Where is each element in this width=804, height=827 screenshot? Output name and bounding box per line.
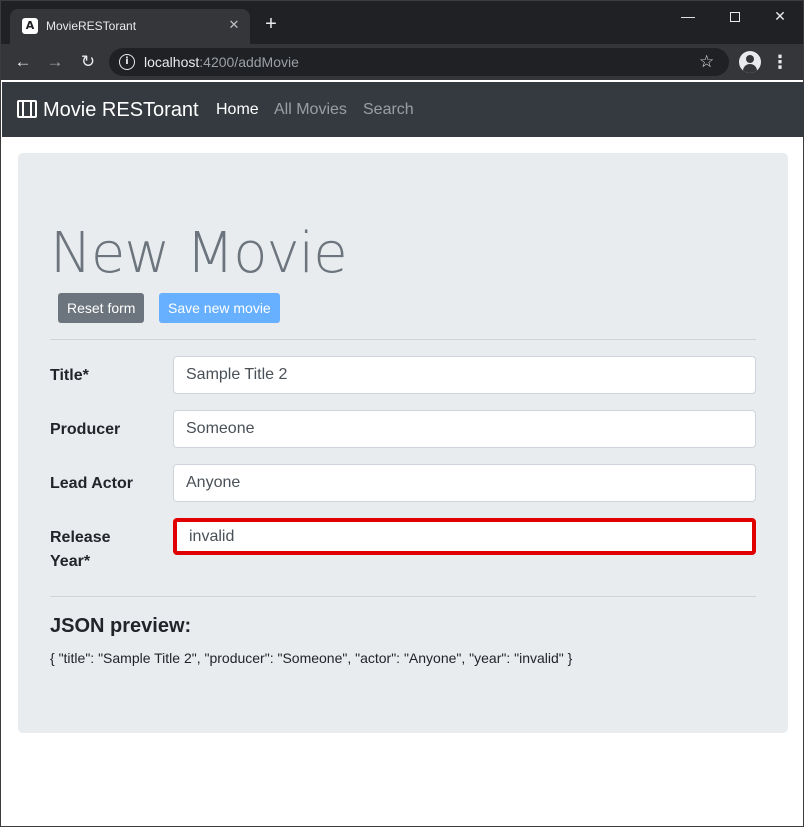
title-label: Title* [50, 367, 89, 384]
nav-link-all-movies[interactable]: All Movies [274, 100, 347, 120]
tab-title: MovieRESTorant [46, 19, 137, 33]
app-navbar: Movie RESTorant Home All Movies Search [2, 82, 804, 137]
lead-actor-input[interactable]: Anyone [173, 464, 756, 502]
kebab-menu-icon[interactable]: ⋮ [771, 50, 789, 74]
url-path: :4200/addMovie [199, 54, 299, 70]
navbar-brand[interactable]: Movie RESTorant [17, 97, 199, 123]
close-tab-icon[interactable]: ✕ [226, 17, 242, 33]
divider [50, 596, 756, 597]
bookmark-star-icon[interactable]: ☆ [699, 52, 714, 72]
divider [50, 339, 756, 340]
brand-label: Movie RESTorant [43, 99, 199, 121]
info-icon[interactable]: i [119, 54, 135, 70]
forward-arrow-icon[interactable]: → [43, 50, 67, 74]
lead-actor-label: Lead Actor [50, 475, 133, 492]
producer-label: Producer [50, 421, 121, 438]
title-input[interactable]: Sample Title 2 [173, 356, 756, 394]
maximize-window-icon[interactable] [721, 5, 749, 27]
new-movie-panel: New Movie Reset form Save new movie Titl… [18, 153, 788, 733]
save-new-movie-button[interactable]: Save new movie [159, 293, 280, 323]
producer-input[interactable]: Someone [173, 410, 756, 448]
url-text: localhost:4200/addMovie [144, 54, 299, 70]
browser-tab[interactable]: A MovieRESTorant ✕ [10, 9, 250, 44]
film-icon [17, 100, 37, 118]
new-tab-plus-icon[interactable]: + [261, 14, 281, 34]
browser-window: A MovieRESTorant ✕ + — ✕ ← → ↻ i localho… [0, 0, 804, 827]
json-preview-heading: JSON preview: [50, 615, 192, 637]
reset-form-button[interactable]: Reset form [58, 293, 145, 323]
page-title: New Movie [50, 221, 348, 286]
minimize-window-icon[interactable]: — [674, 5, 702, 27]
back-arrow-icon[interactable]: ← [11, 50, 35, 74]
json-preview-text: { "title": "Sample Title 2", "producer":… [50, 650, 573, 666]
profile-icon[interactable] [739, 51, 761, 73]
browser-toolbar: ← → ↻ i localhost:4200/addMovie ☆ ⋮ [1, 44, 803, 80]
angular-favicon-icon: A [22, 18, 38, 34]
url-host: localhost [144, 54, 200, 70]
tab-strip: A MovieRESTorant ✕ + — ✕ [1, 1, 803, 44]
release-year-input[interactable]: invalid [173, 518, 756, 555]
address-bar[interactable]: i localhost:4200/addMovie ☆ [109, 48, 729, 76]
close-window-icon[interactable]: ✕ [766, 5, 794, 27]
nav-link-search[interactable]: Search [363, 100, 414, 120]
release-year-label: Release Year* [50, 529, 111, 570]
nav-link-home[interactable]: Home [216, 100, 259, 120]
reload-icon[interactable]: ↻ [76, 50, 100, 74]
